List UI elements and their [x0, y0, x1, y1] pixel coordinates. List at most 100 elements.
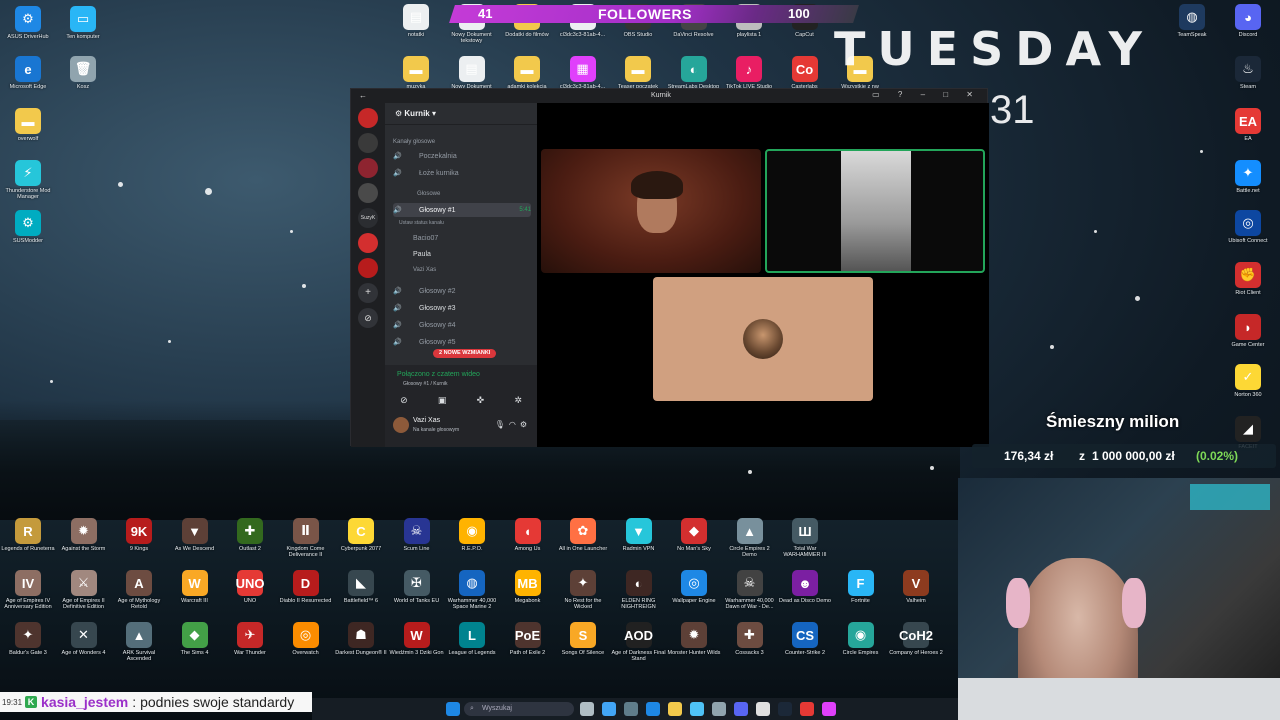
- window-controls[interactable]: ▭ ? – □ ✕: [872, 90, 981, 99]
- desktop-icon[interactable]: ▲ ARK Survival Ascended: [111, 622, 167, 662]
- widgets-icon[interactable]: [602, 702, 616, 716]
- desktop-icon[interactable]: IV Age of Empires IV Anniversary Edition: [0, 570, 56, 610]
- desktop-icon[interactable]: W Warcraft III: [167, 570, 223, 604]
- server-header[interactable]: ⚙ Kurnik ▾: [385, 103, 537, 125]
- camera-off-icon[interactable]: ⊘: [400, 395, 408, 406]
- desktop-icon[interactable]: V Valheim: [888, 570, 944, 604]
- video-tile-avatar[interactable]: [653, 277, 873, 401]
- desktop-icon[interactable]: ⚙ SUSModder: [0, 210, 56, 244]
- desktop-icon[interactable]: MB Megabonk: [500, 570, 556, 604]
- desktop-icon[interactable]: ✚ Cossacks 3: [722, 622, 778, 656]
- desktop-icon[interactable]: ✈ War Thunder: [222, 622, 278, 656]
- edge-taskbar-icon[interactable]: [646, 702, 660, 716]
- taskbar-search[interactable]: ⌕ Wyszukaj: [464, 702, 574, 716]
- desktop-icon[interactable]: ⚙ ASUS DriverHub: [0, 6, 56, 40]
- desktop-icon[interactable]: ✦ No Rest for the Wicked: [555, 570, 611, 610]
- video-tile-participant[interactable]: [541, 149, 761, 273]
- desktop-icon[interactable]: C Cyberpunk 2077: [333, 518, 389, 552]
- desktop-icon[interactable]: ⚡ Thunderstore Mod Manager: [0, 160, 56, 200]
- desktop-icon[interactable]: ▲ Circle Empires 2 Demo: [722, 518, 778, 558]
- channel-item[interactable]: 🔊 Głosowy #2: [393, 284, 531, 298]
- desktop-icon[interactable]: ◉ Circle Empires: [833, 622, 889, 656]
- capcut-taskbar-icon[interactable]: [756, 702, 770, 716]
- taskview-icon[interactable]: [580, 702, 594, 716]
- settings-gear-icon[interactable]: ⚙: [520, 420, 531, 429]
- start-icon[interactable]: [446, 702, 460, 716]
- desktop-icon[interactable]: ✿ All in One Launcher: [555, 518, 611, 552]
- desktop-icon[interactable]: ☠ Warhammer 40,000 Dawn of War - De...: [722, 570, 778, 610]
- voice-user[interactable]: Bacio07: [393, 231, 531, 245]
- desktop-icon[interactable]: ▼ As We Descend: [167, 518, 223, 552]
- explorer-taskbar-icon[interactable]: [668, 702, 682, 716]
- desktop-icon[interactable]: ✠ World of Tanks EU: [389, 570, 445, 604]
- desktop-icon[interactable]: ◎ Overwatch: [278, 622, 334, 656]
- server-icon[interactable]: [358, 158, 378, 178]
- desktop-icon[interactable]: ◎ Ubisoft Connect: [1220, 210, 1276, 244]
- steam-taskbar-icon[interactable]: [778, 702, 792, 716]
- desktop-icon[interactable]: ◣ Battlefield™ 6: [333, 570, 389, 604]
- add-server-icon[interactable]: +: [358, 283, 378, 303]
- desktop-icon[interactable]: ◗ Game Center: [1220, 314, 1276, 348]
- desktop-icon[interactable]: ◍ Warhammer 40,000 Space Marine 2: [444, 570, 500, 610]
- desktop-icon[interactable]: ◖ Among Us: [500, 518, 556, 552]
- desktop-icon[interactable]: ◕ Discord: [1220, 4, 1276, 38]
- server-icon[interactable]: [358, 233, 378, 253]
- desktop-icon[interactable]: ◉ R.E.P.O.: [444, 518, 500, 552]
- app-taskbar-icon[interactable]: [690, 702, 704, 716]
- app-taskbar-icon[interactable]: [822, 702, 836, 716]
- desktop-icon[interactable]: ▬ Teaser początek: [610, 56, 666, 90]
- desktop-icon[interactable]: ▬ adamkj kolekcja: [499, 56, 555, 90]
- desktop-icon[interactable]: Ш Total War WARHAMMER III: [777, 518, 833, 558]
- discover-icon[interactable]: ⊘: [358, 308, 378, 328]
- desktop-icon[interactable]: EA EA: [1220, 108, 1276, 142]
- voice-user[interactable]: Paula: [393, 247, 531, 261]
- desktop-icon[interactable]: ◐ StreamLabs Desktop: [666, 56, 722, 90]
- server-icon[interactable]: [358, 133, 378, 153]
- desktop-icon[interactable]: e Microsoft Edge: [0, 56, 56, 90]
- category-sub[interactable]: Głosowe: [393, 187, 531, 201]
- desktop-icon[interactable]: ▤ notatki: [388, 4, 444, 38]
- category-voice[interactable]: Kanały głosowe: [393, 135, 531, 149]
- desktop-icon[interactable]: CS Counter-Strike 2: [777, 622, 833, 656]
- desktop-icon[interactable]: Co Casterlabs: [777, 56, 833, 90]
- desktop-icon[interactable]: ▬ overwolf: [0, 108, 56, 142]
- desktop-icon[interactable]: ☗ Darkest Dungeon® II: [333, 622, 389, 656]
- avatar[interactable]: [393, 417, 409, 433]
- desktop-icon[interactable]: ◍ TeamSpeak: [1164, 4, 1220, 38]
- desktop-icon[interactable]: ◆ No Man's Sky: [666, 518, 722, 552]
- back-arrow-icon[interactable]: ←: [359, 91, 367, 100]
- server-icon[interactable]: [358, 183, 378, 203]
- desktop-icon[interactable]: ▦ cl3dc3c3-81ab-4...: [555, 56, 611, 90]
- desktop-icon[interactable]: UNO UNO: [222, 570, 278, 604]
- obs-taskbar-icon[interactable]: [624, 702, 638, 716]
- desktop-icon[interactable]: ▬ muzyka: [388, 56, 444, 90]
- desktop-icon[interactable]: L League of Legends: [444, 622, 500, 656]
- activities-icon[interactable]: ✜: [477, 395, 485, 406]
- screen-share-icon[interactable]: ▣: [438, 395, 447, 406]
- desktop-icon[interactable]: 9K 9 Kings: [111, 518, 167, 552]
- discord-taskbar-icon[interactable]: [734, 702, 748, 716]
- desktop-icon[interactable]: ▼ Radmin VPN: [611, 518, 667, 552]
- desktop-icon[interactable]: AOD Age of Darkness Final Stand: [611, 622, 667, 662]
- headphones-icon[interactable]: ◠: [509, 420, 520, 429]
- app-taskbar-icon[interactable]: [800, 702, 814, 716]
- desktop-icon[interactable]: ☠ Scum Line: [389, 518, 445, 552]
- channel-item[interactable]: 🔊 Głosowy #4: [393, 318, 531, 332]
- server-icon[interactable]: SuzyK: [358, 208, 378, 228]
- channel-item-active[interactable]: 🔊 Głosowy #1 5:41: [393, 203, 531, 217]
- desktop-icon[interactable]: S Songs Of Silence: [555, 622, 611, 656]
- desktop-icon[interactable]: ♨ Steam: [1220, 56, 1276, 90]
- channel-item[interactable]: 🔊 Głosowy #5: [393, 335, 531, 349]
- channel-item[interactable]: 🔊 Głosowy #3: [393, 301, 531, 315]
- desktop-icon[interactable]: ♪ TikTok LIVE Studio: [721, 56, 777, 90]
- desktop-icon[interactable]: ✦ Battle.net: [1220, 160, 1276, 194]
- desktop-icon[interactable]: ✊ Riot Client: [1220, 262, 1276, 296]
- desktop-icon[interactable]: ✕ Age of Wonders 4: [56, 622, 112, 656]
- desktop-icon[interactable]: ✚ Outlast 2: [222, 518, 278, 552]
- mic-icon[interactable]: 🎙: [495, 420, 509, 429]
- desktop-icon[interactable]: ⚔ Age of Empires II Definitive Edition: [56, 570, 112, 610]
- desktop-icon[interactable]: ☻ Dead as Disco Demo: [777, 570, 833, 604]
- desktop-icon[interactable]: PoE Path of Exile 2: [500, 622, 556, 656]
- desktop-icon[interactable]: ▭ Ten komputer: [55, 6, 111, 40]
- desktop-icon[interactable]: D Diablo II Resurrected: [278, 570, 334, 604]
